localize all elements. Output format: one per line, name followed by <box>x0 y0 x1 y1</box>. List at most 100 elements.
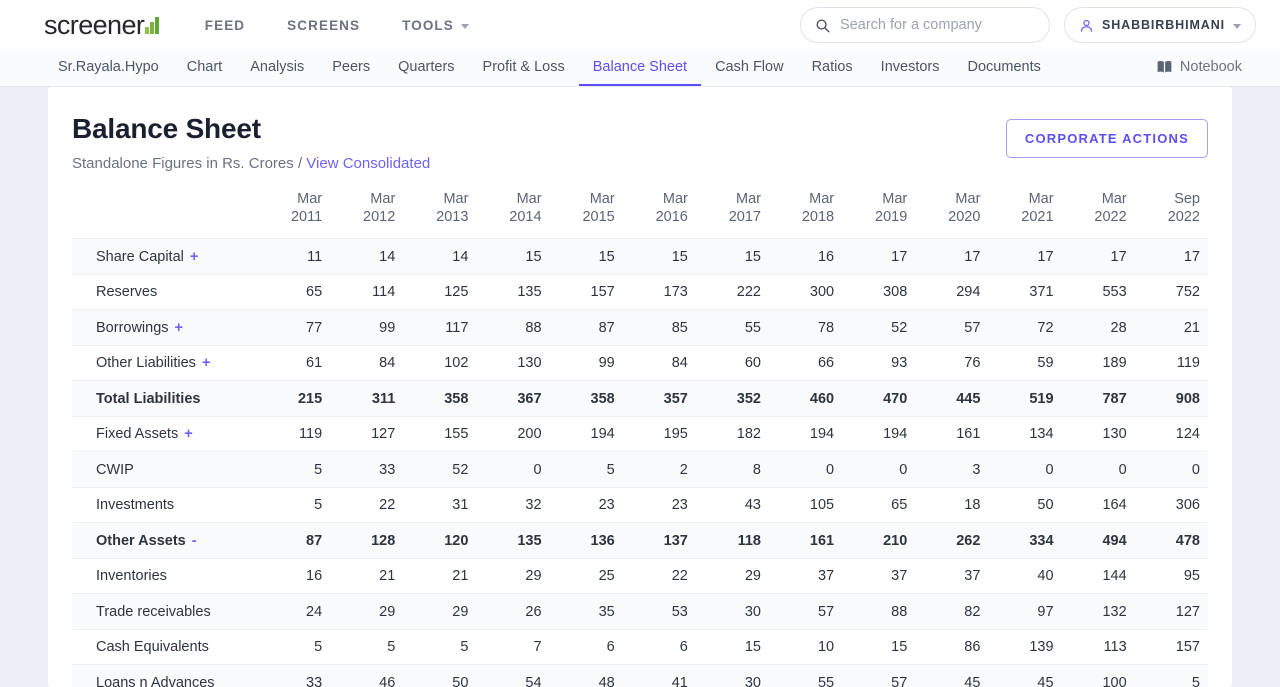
tab-cash-flow[interactable]: Cash Flow <box>701 50 798 86</box>
table-cell: 57 <box>964 319 981 336</box>
table-cell: 15 <box>891 639 908 655</box>
table-cell: 84 <box>671 355 688 371</box>
column-header-year: 2022 <box>1094 209 1127 226</box>
table-cell: 358 <box>444 390 469 407</box>
section-subtitle: Standalone Figures in Rs. Crores / View … <box>72 155 430 172</box>
table-row: Loans n Advances 33 46 50 54 48 41 30 55 57 45 45 10… <box>72 664 1208 687</box>
table-cell: 139 <box>1029 639 1054 655</box>
column-header-year: 2013 <box>436 209 469 226</box>
section-heading-group: Balance Sheet Standalone Figures in Rs. … <box>72 113 430 172</box>
table-row: Cash Equivalents 5 5 5 7 6 6 15 10 15 86 139 113 157 <box>72 629 1208 665</box>
notebook-label: Notebook <box>1179 59 1242 75</box>
table-cell: 17 <box>964 248 981 265</box>
tab-investors-label: Investors <box>880 59 940 75</box>
table-cell: 130 <box>517 355 542 371</box>
user-menu-button[interactable]: SHABBIRBHIMANI <box>1063 7 1256 43</box>
table-cell: 18 <box>964 497 981 513</box>
table-cell: 21 <box>452 568 469 584</box>
table-cell: 33 <box>379 461 396 478</box>
collapse-row-icon[interactable]: - <box>186 533 197 549</box>
column-header-year: 2017 <box>728 209 761 226</box>
tab-chart[interactable]: Chart <box>173 50 236 86</box>
table-cell: 194 <box>883 426 908 442</box>
table-cell: 5 <box>314 461 323 478</box>
table-cell: 24 <box>306 603 323 620</box>
bar-chart-logo-icon <box>145 16 159 34</box>
page-title: Balance Sheet <box>72 113 261 144</box>
tab-ratios[interactable]: Ratios <box>798 50 867 86</box>
nav-item-feed[interactable]: FEED <box>205 18 245 33</box>
table-cell: 23 <box>598 497 615 513</box>
tab-balance-sheet[interactable]: Balance Sheet <box>578 50 702 86</box>
expand-row-icon[interactable]: + <box>184 249 198 265</box>
search-box[interactable] <box>799 7 1050 43</box>
row-label-cell: Investments <box>72 487 257 523</box>
table-cell: 85 <box>671 319 688 336</box>
column-header-period: Mar 2011 <box>257 190 330 239</box>
table-cell: 262 <box>956 532 981 549</box>
table-cell: 157 <box>590 284 615 300</box>
column-header-label <box>72 190 257 239</box>
table-row: Other Liabilities +61 84 102 130 99 84 60 66 93 7… <box>72 345 1208 381</box>
table-cell: 553 <box>1102 284 1127 300</box>
view-consolidated-link[interactable]: View Consolidated <box>306 155 430 172</box>
table-cell: 119 <box>299 426 323 442</box>
column-header-year: 2014 <box>509 209 542 226</box>
table-cell: 308 <box>883 284 908 300</box>
table-cell: 29 <box>744 568 761 584</box>
table-cell: 908 <box>1175 390 1200 407</box>
expand-row-icon[interactable]: + <box>178 426 192 442</box>
tab-profit-loss-label: Profit & Loss <box>482 59 565 75</box>
brand-logo[interactable]: screener <box>44 10 159 41</box>
company-tabs: Sr.Rayala.Hypo Chart Analysis Peers Quar… <box>44 50 1055 86</box>
nav-item-tools[interactable]: TOOLS <box>402 18 469 33</box>
table-cell: 78 <box>817 319 835 336</box>
row-label: Reserves <box>96 284 158 300</box>
table-cell: 478 <box>1175 532 1200 549</box>
expand-row-icon[interactable]: + <box>196 355 210 371</box>
expand-row-icon[interactable]: + <box>169 320 183 336</box>
column-header-period: Mar 2017 <box>696 190 769 239</box>
tab-balance-sheet-label: Balance Sheet <box>592 59 688 75</box>
nav-item-screens[interactable]: SCREENS <box>287 18 360 33</box>
table-cell: 222 <box>736 284 761 300</box>
table-cell: 14 <box>379 248 396 265</box>
table-row: Inventories 16 21 21 29 25 22 29 37 37 37 40 144 95 <box>72 558 1208 594</box>
tab-peers[interactable]: Peers <box>318 50 384 86</box>
table-cell: 460 <box>809 390 835 407</box>
table-cell: 50 <box>1037 497 1054 513</box>
table-header-row: Mar 2011 Mar 2012 Mar 2013 Mar 2014 Mar 2015 Mar 20… <box>72 190 1208 239</box>
table-cell: 8 <box>752 461 761 478</box>
tab-company[interactable]: Sr.Rayala.Hypo <box>44 50 173 86</box>
table-cell: 125 <box>444 284 469 300</box>
tab-analysis[interactable]: Analysis <box>236 50 318 86</box>
tab-investors[interactable]: Investors <box>867 50 954 86</box>
table-cell: 134 <box>1029 426 1054 442</box>
tab-quarters[interactable]: Quarters <box>384 50 468 86</box>
tab-ratios-label: Ratios <box>811 59 853 75</box>
column-header-period: Mar 2020 <box>915 190 988 239</box>
table-cell: 45 <box>1037 674 1054 687</box>
table-cell: 95 <box>1183 568 1200 584</box>
table-cell: 86 <box>964 639 981 655</box>
column-header-month: Mar <box>736 191 761 207</box>
row-label-cell: Other Liabilities + <box>72 345 257 381</box>
table-cell: 21 <box>1183 319 1200 336</box>
table-cell: 189 <box>1102 355 1127 371</box>
notebook-button[interactable]: Notebook <box>1143 59 1256 77</box>
corporate-actions-button[interactable]: CORPORATE ACTIONS <box>1005 119 1208 158</box>
table-cell: 52 <box>452 461 469 478</box>
table-cell: 105 <box>809 497 835 513</box>
table-cell: 17 <box>1183 248 1200 265</box>
search-input[interactable] <box>840 17 1035 33</box>
table-row: Other Assets - 87 128 120 135 136 137 118 161 210… <box>72 522 1208 559</box>
tab-documents[interactable]: Documents <box>954 50 1055 86</box>
column-header-year: 2020 <box>948 209 981 226</box>
table-cell: 117 <box>445 319 469 336</box>
row-label-cell: Other Assets - <box>72 523 257 559</box>
tab-profit-loss[interactable]: Profit & Loss <box>469 50 579 86</box>
top-navbar: screener FEED SCREENS TOOLS SHABBIRBHIMA… <box>0 0 1280 50</box>
table-cell: 82 <box>964 603 981 620</box>
table-cell: 21 <box>379 568 396 584</box>
table-cell: 306 <box>1175 497 1200 513</box>
